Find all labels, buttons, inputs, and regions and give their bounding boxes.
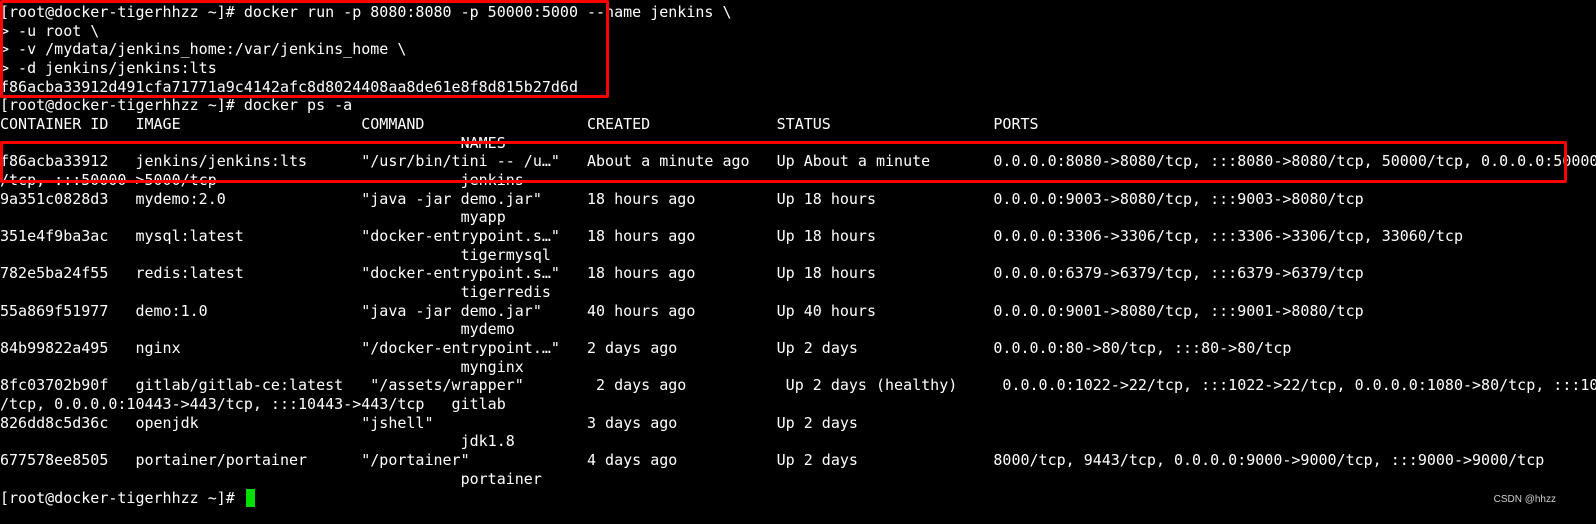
- table-row: 84b99822a495 nginx "/docker-entrypoint.……: [0, 339, 1292, 357]
- table-row-names: jdk1.8: [0, 432, 515, 450]
- table-row: f86acba33912 jenkins/jenkins:lts "/usr/b…: [0, 152, 1596, 170]
- terminal-line: f86acba33912d491cfa71771a9c4142afc8d8024…: [0, 78, 578, 96]
- table-row: 782e5ba24f55 redis:latest "docker-entryp…: [0, 264, 1364, 282]
- table-row-names: tigermysql: [0, 246, 551, 264]
- terminal-line: > -v /mydata/jenkins_home:/var/jenkins_h…: [0, 40, 407, 58]
- table-row-names: myapp: [0, 208, 506, 226]
- table-row-names: mydemo: [0, 320, 515, 338]
- terminal-cursor[interactable]: [246, 489, 255, 507]
- table-row-names: portainer: [0, 470, 542, 488]
- table-row: 351e4f9ba3ac mysql:latest "docker-entryp…: [0, 227, 1463, 245]
- terminal-line: [root@docker-tigerhhzz ~]# docker ps -a: [0, 96, 353, 114]
- table-row: 8fc03702b90f gitlab/gitlab-ce:latest "/a…: [0, 376, 1596, 394]
- table-row-names: mynginx: [0, 358, 524, 376]
- shell-prompt: [root@docker-tigerhhzz ~]#: [0, 489, 244, 507]
- watermark: CSDN @hhzz: [1493, 494, 1556, 505]
- table-row: 677578ee8505 portainer/portainer "/porta…: [0, 451, 1545, 469]
- terminal-line: > -u root \: [0, 22, 100, 40]
- table-row: 9a351c0828d3 mydemo:2.0 "java -jar demo.…: [0, 190, 1364, 208]
- table-row-names: /tcp, 0.0.0.0:10443->443/tcp, :::10443->…: [0, 395, 506, 413]
- terminal-line: [root@docker-tigerhhzz ~]# docker run -p…: [0, 3, 732, 21]
- terminal-window[interactable]: [root@docker-tigerhhzz ~]# docker run -p…: [0, 0, 1596, 524]
- table-header: CONTAINER ID IMAGE COMMAND CREATED STATU…: [0, 115, 1039, 133]
- table-header-names: NAMES: [0, 134, 506, 152]
- table-row: 55a869f51977 demo:1.0 "java -jar demo.ja…: [0, 302, 1364, 320]
- table-row-names: /tcp, :::50000->5000/tcp jenkins: [0, 171, 524, 189]
- table-row: 826dd8c5d36c openjdk "jshell" 3 days ago…: [0, 414, 858, 432]
- table-row-names: tigerredis: [0, 283, 551, 301]
- terminal-line: > -d jenkins/jenkins:lts: [0, 59, 217, 77]
